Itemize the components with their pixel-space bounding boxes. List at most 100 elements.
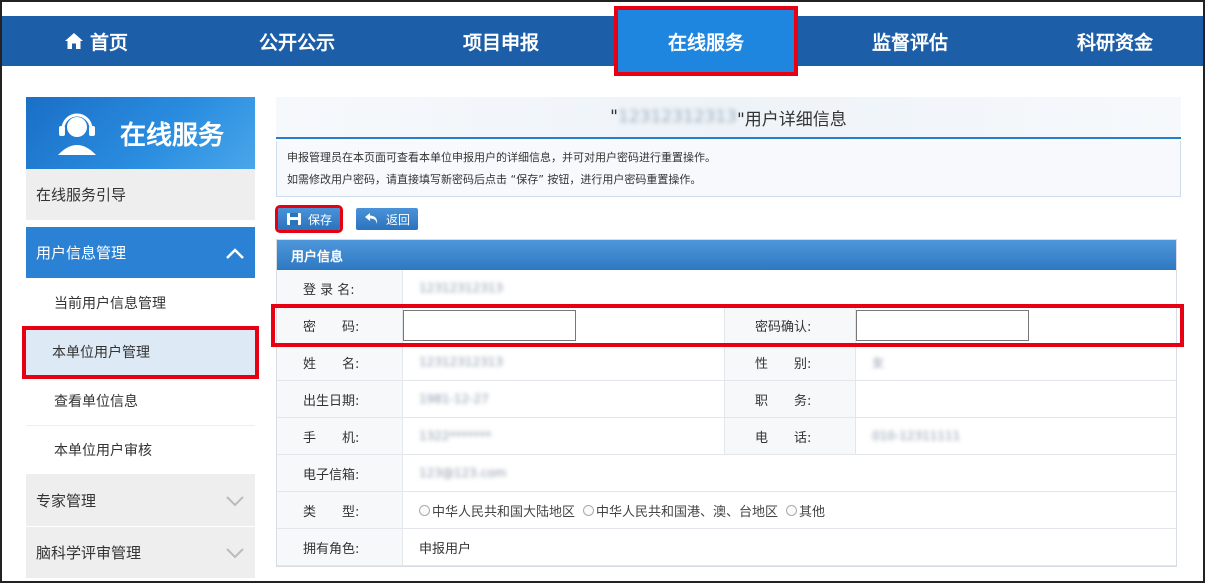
birth-cell: 1981-12-27 — [403, 381, 725, 417]
sidebar-item-user-info[interactable]: 用户信息管理 — [26, 227, 255, 279]
sidebar-item-label: 脑科学评审管理 — [36, 544, 142, 562]
type-radio-hmt[interactable]: 中华人民共和国港、澳、台地区 — [583, 501, 778, 520]
section-title: 用户信息 — [277, 240, 1176, 270]
login-value: 12312312313 — [419, 281, 503, 295]
nav-public-label: 公开公示 — [258, 31, 335, 54]
position-label: 职 务: — [725, 381, 856, 417]
nav-supervision-label: 监督评估 — [871, 31, 948, 54]
row-login: 登 录 名: 12312312313 — [277, 270, 1176, 307]
row-type: 类 型: 中华人民共和国大陆地区 中华人民共和国港、澳、台地区 其他 — [277, 492, 1176, 529]
radio-circle-icon — [583, 504, 595, 516]
password-input[interactable] — [403, 309, 576, 341]
type-cell: 中华人民共和国大陆地区 中华人民共和国港、澳、台地区 其他 — [403, 492, 1176, 528]
login-label: 登 录 名: — [277, 270, 403, 306]
row-name: 姓 名: 12312312313 性 别: 女 — [277, 344, 1176, 381]
chevron-down-icon — [226, 495, 244, 506]
sidebar-header: 在线服务 — [26, 97, 255, 169]
title-suffix: "用户详细信息 — [736, 109, 847, 130]
sidebar-sub-current-user[interactable]: 当前用户信息管理 — [26, 279, 255, 328]
row-role: 拥有角色: 申报用户 — [277, 529, 1176, 566]
nav-funding[interactable]: 科研资金 — [1050, 16, 1180, 66]
mobile-cell: 1322******* — [403, 418, 725, 454]
radio-label: 其他 — [799, 504, 826, 520]
password-confirm-input[interactable] — [856, 309, 1029, 341]
email-value: 123@123.com — [419, 466, 507, 480]
info-line-2: 如需修改用户密码，请直接填写新密码后点击 “保存” 按钮，进行用户密码重置操作。 — [287, 173, 702, 186]
password-label: 密 码: — [277, 307, 403, 343]
radio-circle-icon — [786, 504, 798, 516]
nav-supervision[interactable]: 监督评估 — [845, 16, 975, 66]
nav-online-service[interactable]: 在线服务 — [614, 6, 798, 76]
phone-value: 010-12311111 — [872, 429, 961, 443]
save-icon — [287, 213, 301, 225]
top-strip — [2, 2, 1203, 16]
email-cell: 123@123.com — [403, 455, 1176, 491]
password-cell — [403, 307, 725, 343]
password-confirm-label: 密码确认: — [725, 307, 856, 343]
birth-value: 1981-12-27 — [419, 392, 489, 406]
gender-label: 性 别: — [725, 344, 856, 380]
sidebar-item-experts[interactable]: 专家管理 — [26, 475, 255, 527]
nav-home-label: 首页 — [89, 31, 128, 54]
type-radio-mainland[interactable]: 中华人民共和国大陆地区 — [419, 501, 575, 520]
info-box: 申报管理员在本页面可查看本单位申报用户的详细信息，并可对用户密码进行重置操作。 … — [276, 141, 1181, 197]
nav-home[interactable]: 首页 — [56, 16, 136, 66]
sidebar-sub-unit-info[interactable]: 查看单位信息 — [26, 377, 255, 426]
radio-label: 中华人民共和国港、澳、台地区 — [596, 504, 779, 520]
name-value: 12312312313 — [419, 355, 503, 369]
headset-icon — [58, 113, 96, 155]
sidebar-item-label: 在线服务引导 — [36, 186, 127, 204]
type-label: 类 型: — [277, 492, 403, 528]
main-content: " 12312312313 "用户详细信息 申报管理员在本页面可查看本单位申报用… — [271, 97, 1184, 567]
title-username: 12312312313 — [618, 107, 737, 127]
phone-cell: 010-12311111 — [856, 418, 1176, 454]
birth-label: 出生日期: — [277, 381, 403, 417]
mobile-label: 手 机: — [277, 418, 403, 454]
main-nav: 首页 公开公示 项目申报 在线服务 监督评估 科研资金 — [2, 6, 1203, 76]
login-value-cell: 12312312313 — [403, 270, 1176, 306]
title-prefix: " — [610, 107, 618, 127]
row-email: 电子信箱: 123@123.com — [277, 455, 1176, 492]
chevron-up-icon — [226, 247, 244, 259]
back-arrow-icon — [365, 213, 378, 224]
toolbar: 保存 返回 — [274, 205, 1181, 233]
sidebar-sub-label: 本单位用户管理 — [52, 345, 150, 361]
sidebar-item-label: 专家管理 — [36, 492, 97, 510]
sidebar-title: 在线服务 — [120, 120, 225, 151]
back-button[interactable]: 返回 — [356, 208, 419, 230]
sidebar: 在线服务 在线服务引导 用户信息管理 当前用户信息管理 本单位用户管理 查看单位… — [22, 97, 259, 579]
mobile-value: 1322******* — [419, 429, 492, 443]
email-label: 电子信箱: — [277, 455, 403, 491]
role-cell: 申报用户 — [403, 529, 1176, 565]
nav-project-label: 项目申报 — [462, 31, 539, 54]
name-cell: 12312312313 — [403, 344, 725, 380]
nav-public[interactable]: 公开公示 — [232, 16, 362, 66]
save-button[interactable]: 保存 — [274, 205, 344, 233]
chevron-down-icon — [226, 547, 244, 558]
sidebar-item-brain-review[interactable]: 脑科学评审管理 — [26, 527, 255, 579]
back-label: 返回 — [386, 212, 411, 227]
radio-label: 中华人民共和国大陆地区 — [432, 504, 576, 520]
sidebar-sub-unit-review[interactable]: 本单位用户审核 — [26, 426, 255, 475]
password-confirm-cell — [856, 307, 1178, 343]
name-label: 姓 名: — [277, 344, 403, 380]
radio-circle-icon — [419, 504, 430, 516]
row-birth: 出生日期: 1981-12-27 职 务: — [277, 381, 1176, 418]
gender-value: 女 — [872, 355, 885, 370]
sidebar-item-label: 用户信息管理 — [36, 244, 127, 262]
sidebar-sub-label: 本单位用户审核 — [54, 443, 152, 459]
sidebar-sub-unit-users[interactable]: 本单位用户管理 — [22, 326, 259, 379]
role-value: 申报用户 — [419, 541, 472, 557]
position-cell — [856, 381, 1176, 417]
type-radio-other[interactable]: 其他 — [786, 501, 825, 520]
sidebar-sub-label: 查看单位信息 — [54, 394, 138, 410]
nav-project[interactable]: 项目申报 — [436, 16, 566, 66]
page-title: " 12312312313 "用户详细信息 — [276, 97, 1181, 139]
nav-online-service-label: 在线服务 — [667, 31, 744, 54]
sidebar-item-guide[interactable]: 在线服务引导 — [26, 169, 255, 221]
info-line-1: 申报管理员在本页面可查看本单位申报用户的详细信息，并可对用户密码进行重置操作。 — [287, 151, 716, 164]
row-password: 密 码: 密码确认: — [271, 304, 1184, 347]
nav-funding-label: 科研资金 — [1076, 31, 1153, 54]
user-info-form: 用户信息 登 录 名: 12312312313 密 码: 密码确认: 姓 名: … — [271, 239, 1184, 567]
home-icon — [64, 33, 83, 49]
